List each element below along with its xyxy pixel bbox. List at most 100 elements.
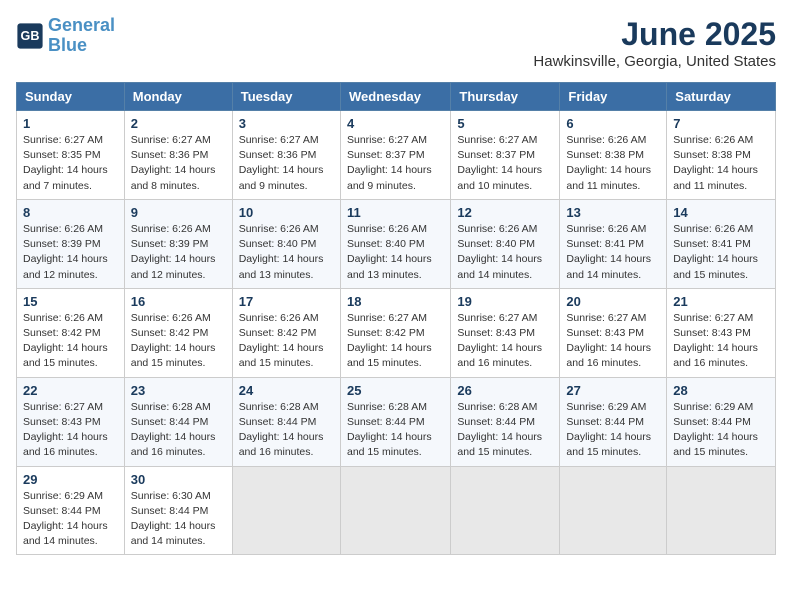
sunset-label: Sunset: 8:42 PM (23, 327, 101, 339)
calendar-table: Sunday Monday Tuesday Wednesday Thursday… (16, 82, 776, 555)
day-info: Sunrise: 6:29 AM Sunset: 8:44 PM Dayligh… (566, 400, 660, 461)
day-number: 8 (23, 205, 118, 220)
calendar-cell: 11 Sunrise: 6:26 AM Sunset: 8:40 PM Dayl… (340, 199, 450, 288)
sunrise-label: Sunrise: 6:28 AM (131, 401, 211, 413)
sunrise-label: Sunrise: 6:26 AM (566, 223, 646, 235)
day-info: Sunrise: 6:27 AM Sunset: 8:43 PM Dayligh… (457, 311, 553, 372)
day-number: 1 (23, 116, 118, 131)
sunset-label: Sunset: 8:42 PM (239, 327, 317, 339)
col-sunday: Sunday (17, 83, 125, 111)
sunrise-label: Sunrise: 6:27 AM (23, 134, 103, 146)
day-number: 3 (239, 116, 334, 131)
calendar-cell: 9 Sunrise: 6:26 AM Sunset: 8:39 PM Dayli… (124, 199, 232, 288)
month-title: June 2025 (533, 16, 776, 53)
daylight-label: Daylight: 14 hours and 8 minutes. (131, 164, 216, 191)
sunrise-label: Sunrise: 6:26 AM (566, 134, 646, 146)
sunset-label: Sunset: 8:41 PM (673, 238, 751, 250)
day-number: 29 (23, 472, 118, 487)
sunrise-label: Sunrise: 6:28 AM (457, 401, 537, 413)
logo-icon: GB (16, 22, 44, 50)
sunrise-label: Sunrise: 6:26 AM (23, 312, 103, 324)
sunset-label: Sunset: 8:39 PM (131, 238, 209, 250)
sunset-label: Sunset: 8:41 PM (566, 238, 644, 250)
daylight-label: Daylight: 14 hours and 14 minutes. (23, 520, 108, 547)
title-block: June 2025 Hawkinsville, Georgia, United … (533, 16, 776, 70)
sunrise-label: Sunrise: 6:27 AM (131, 134, 211, 146)
daylight-label: Daylight: 14 hours and 7 minutes. (23, 164, 108, 191)
daylight-label: Daylight: 14 hours and 13 minutes. (239, 253, 324, 280)
sunset-label: Sunset: 8:38 PM (566, 149, 644, 161)
day-info: Sunrise: 6:27 AM Sunset: 8:37 PM Dayligh… (347, 133, 444, 194)
sunset-label: Sunset: 8:40 PM (347, 238, 425, 250)
calendar-week-row: 15 Sunrise: 6:26 AM Sunset: 8:42 PM Dayl… (17, 288, 776, 377)
day-info: Sunrise: 6:26 AM Sunset: 8:40 PM Dayligh… (457, 222, 553, 283)
day-info: Sunrise: 6:26 AM Sunset: 8:40 PM Dayligh… (347, 222, 444, 283)
calendar-cell (560, 466, 667, 555)
daylight-label: Daylight: 14 hours and 14 minutes. (457, 253, 542, 280)
calendar-cell (232, 466, 340, 555)
day-number: 21 (673, 294, 769, 309)
sunset-label: Sunset: 8:37 PM (457, 149, 535, 161)
day-info: Sunrise: 6:26 AM Sunset: 8:38 PM Dayligh… (566, 133, 660, 194)
daylight-label: Daylight: 14 hours and 9 minutes. (239, 164, 324, 191)
svg-text:GB: GB (21, 29, 40, 43)
calendar-cell (340, 466, 450, 555)
sunrise-label: Sunrise: 6:27 AM (347, 134, 427, 146)
sunrise-label: Sunrise: 6:30 AM (131, 490, 211, 502)
day-info: Sunrise: 6:26 AM Sunset: 8:42 PM Dayligh… (23, 311, 118, 372)
calendar-cell: 27 Sunrise: 6:29 AM Sunset: 8:44 PM Dayl… (560, 377, 667, 466)
sunrise-label: Sunrise: 6:27 AM (347, 312, 427, 324)
day-info: Sunrise: 6:27 AM Sunset: 8:43 PM Dayligh… (23, 400, 118, 461)
daylight-label: Daylight: 14 hours and 16 minutes. (23, 431, 108, 458)
sunset-label: Sunset: 8:40 PM (239, 238, 317, 250)
day-info: Sunrise: 6:28 AM Sunset: 8:44 PM Dayligh… (239, 400, 334, 461)
daylight-label: Daylight: 14 hours and 15 minutes. (673, 253, 758, 280)
sunset-label: Sunset: 8:44 PM (457, 416, 535, 428)
day-number: 13 (566, 205, 660, 220)
sunrise-label: Sunrise: 6:28 AM (239, 401, 319, 413)
calendar-cell: 18 Sunrise: 6:27 AM Sunset: 8:42 PM Dayl… (340, 288, 450, 377)
day-info: Sunrise: 6:27 AM Sunset: 8:43 PM Dayligh… (566, 311, 660, 372)
daylight-label: Daylight: 14 hours and 15 minutes. (566, 431, 651, 458)
day-number: 27 (566, 383, 660, 398)
day-info: Sunrise: 6:28 AM Sunset: 8:44 PM Dayligh… (131, 400, 226, 461)
daylight-label: Daylight: 14 hours and 11 minutes. (566, 164, 651, 191)
day-number: 5 (457, 116, 553, 131)
calendar-cell: 16 Sunrise: 6:26 AM Sunset: 8:42 PM Dayl… (124, 288, 232, 377)
logo-text: GeneralBlue (48, 16, 115, 56)
calendar-cell: 5 Sunrise: 6:27 AM Sunset: 8:37 PM Dayli… (451, 111, 560, 200)
logo: GB GeneralBlue (16, 16, 115, 56)
daylight-label: Daylight: 14 hours and 16 minutes. (673, 342, 758, 369)
daylight-label: Daylight: 14 hours and 15 minutes. (457, 431, 542, 458)
calendar-cell: 10 Sunrise: 6:26 AM Sunset: 8:40 PM Dayl… (232, 199, 340, 288)
calendar-cell: 21 Sunrise: 6:27 AM Sunset: 8:43 PM Dayl… (667, 288, 776, 377)
day-number: 17 (239, 294, 334, 309)
col-friday: Friday (560, 83, 667, 111)
sunrise-label: Sunrise: 6:29 AM (566, 401, 646, 413)
sunrise-label: Sunrise: 6:27 AM (239, 134, 319, 146)
location-title: Hawkinsville, Georgia, United States (533, 53, 776, 70)
calendar-cell: 24 Sunrise: 6:28 AM Sunset: 8:44 PM Dayl… (232, 377, 340, 466)
day-info: Sunrise: 6:27 AM Sunset: 8:36 PM Dayligh… (239, 133, 334, 194)
daylight-label: Daylight: 14 hours and 16 minutes. (566, 342, 651, 369)
day-info: Sunrise: 6:26 AM Sunset: 8:42 PM Dayligh… (239, 311, 334, 372)
daylight-label: Daylight: 14 hours and 14 minutes. (566, 253, 651, 280)
day-info: Sunrise: 6:26 AM Sunset: 8:41 PM Dayligh… (673, 222, 769, 283)
calendar-cell: 22 Sunrise: 6:27 AM Sunset: 8:43 PM Dayl… (17, 377, 125, 466)
sunrise-label: Sunrise: 6:26 AM (131, 223, 211, 235)
daylight-label: Daylight: 14 hours and 15 minutes. (673, 431, 758, 458)
calendar-cell: 1 Sunrise: 6:27 AM Sunset: 8:35 PM Dayli… (17, 111, 125, 200)
day-number: 16 (131, 294, 226, 309)
calendar-cell: 2 Sunrise: 6:27 AM Sunset: 8:36 PM Dayli… (124, 111, 232, 200)
sunrise-label: Sunrise: 6:29 AM (673, 401, 753, 413)
calendar-week-row: 22 Sunrise: 6:27 AM Sunset: 8:43 PM Dayl… (17, 377, 776, 466)
calendar-cell: 20 Sunrise: 6:27 AM Sunset: 8:43 PM Dayl… (560, 288, 667, 377)
calendar-cell (667, 466, 776, 555)
day-info: Sunrise: 6:27 AM Sunset: 8:36 PM Dayligh… (131, 133, 226, 194)
sunset-label: Sunset: 8:43 PM (566, 327, 644, 339)
day-info: Sunrise: 6:28 AM Sunset: 8:44 PM Dayligh… (347, 400, 444, 461)
calendar-cell: 8 Sunrise: 6:26 AM Sunset: 8:39 PM Dayli… (17, 199, 125, 288)
day-info: Sunrise: 6:26 AM Sunset: 8:41 PM Dayligh… (566, 222, 660, 283)
daylight-label: Daylight: 14 hours and 14 minutes. (131, 520, 216, 547)
day-info: Sunrise: 6:29 AM Sunset: 8:44 PM Dayligh… (23, 489, 118, 550)
